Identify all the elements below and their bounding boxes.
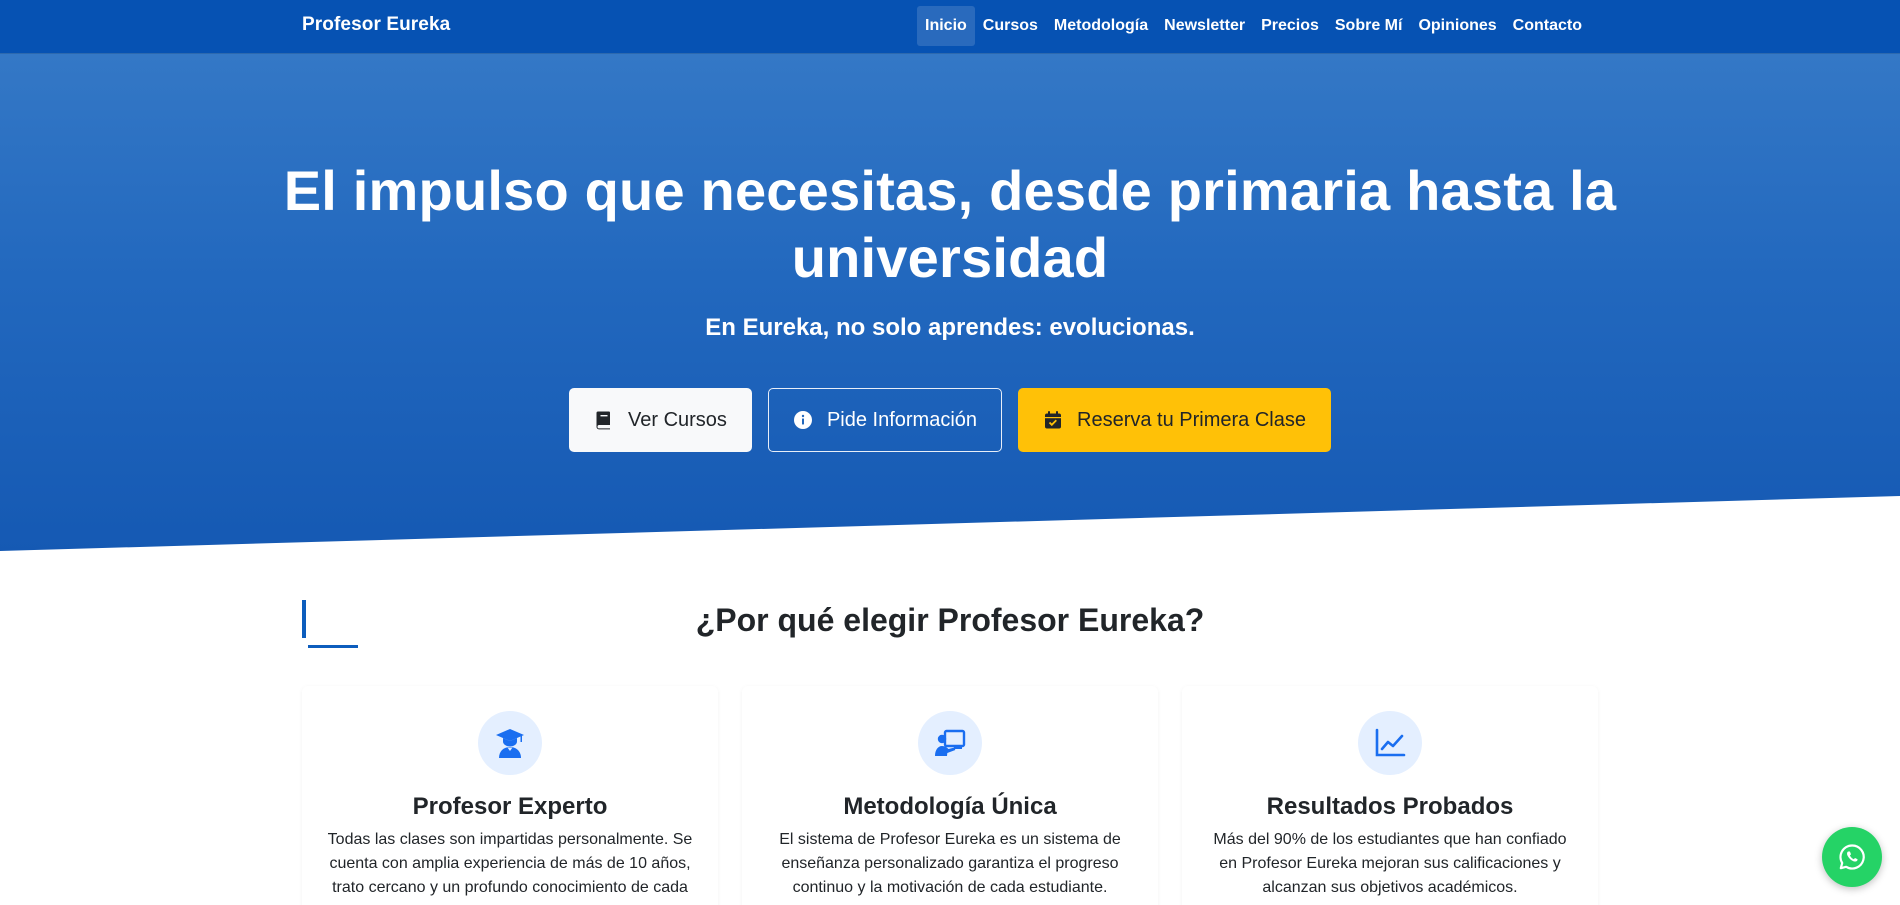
nav-link-precios[interactable]: Precios [1253, 6, 1327, 46]
card-text: El sistema de Profesor Eureka es un sist… [779, 831, 1121, 896]
hero-section: El impulso que necesitas, desde primaria… [0, 53, 1900, 551]
nav-link-metodologia[interactable]: Metodología [1046, 6, 1156, 46]
whatsapp-button[interactable] [1822, 827, 1882, 887]
section-title: ¿Por qué elegir Profesor Eureka? [695, 602, 1205, 638]
card-title: Profesor Experto [412, 793, 608, 820]
card-text: Más del 90% de los estudiantes que han c… [1213, 831, 1567, 896]
nav-link-contacto[interactable]: Contacto [1505, 6, 1590, 46]
pide-informacion-label: Pide Información [826, 408, 978, 431]
card-title: Resultados Probados [1266, 793, 1514, 820]
accent-horizontal-bar [308, 645, 358, 648]
nav-link-opiniones[interactable]: Opiniones [1410, 6, 1504, 46]
info-circle-icon [793, 410, 813, 430]
nav-link-cursos[interactable]: Cursos [975, 6, 1046, 46]
whatsapp-icon [1837, 842, 1867, 872]
pide-informacion-button[interactable]: Pide Información [767, 388, 1003, 452]
graduate-icon [478, 711, 542, 775]
feature-card-profesor-experto: Profesor Experto Todas las clases son im… [302, 686, 718, 905]
navbar: Profesor Eureka Inicio Cursos Metodologí… [0, 0, 1900, 53]
hero-title: El impulso que necesitas, desde primaria… [283, 159, 1617, 289]
book-icon [594, 410, 614, 430]
brand-logo[interactable]: Profesor Eureka [302, 14, 450, 36]
nav-link-sobre-mi[interactable]: Sobre Mí [1327, 6, 1411, 46]
hero-buttons: Ver Cursos Pide Información Reserva tu P… [0, 388, 1900, 452]
card-text: Todas las clases son impartidas personal… [327, 831, 693, 896]
chart-line-icon [1358, 711, 1422, 775]
nav-link-newsletter[interactable]: Newsletter [1156, 6, 1253, 46]
feature-card-resultados-probados: Resultados Probados Más del 90% de los e… [1182, 686, 1598, 905]
features-cards: Profesor Experto Todas las clases son im… [302, 686, 1598, 905]
reserva-primera-clase-label: Reserva tu Primera Clase [1077, 408, 1306, 431]
ver-cursos-label: Ver Cursos [628, 408, 727, 431]
nav-link-inicio[interactable]: Inicio [917, 6, 975, 46]
hero-subtitle: En Eureka, no solo aprendes: evolucionas… [705, 314, 1195, 341]
teacher-board-icon [918, 711, 982, 775]
ver-cursos-button[interactable]: Ver Cursos [569, 388, 752, 452]
reserva-primera-clase-button[interactable]: Reserva tu Primera Clase [1018, 388, 1331, 452]
feature-card-metodologia-unica: Metodología Única El sistema de Profesor… [742, 686, 1158, 905]
nav-links: Inicio Cursos Metodología Newsletter Pre… [917, 6, 1590, 46]
card-title: Metodología Única [843, 793, 1057, 820]
calendar-check-icon [1043, 410, 1063, 430]
